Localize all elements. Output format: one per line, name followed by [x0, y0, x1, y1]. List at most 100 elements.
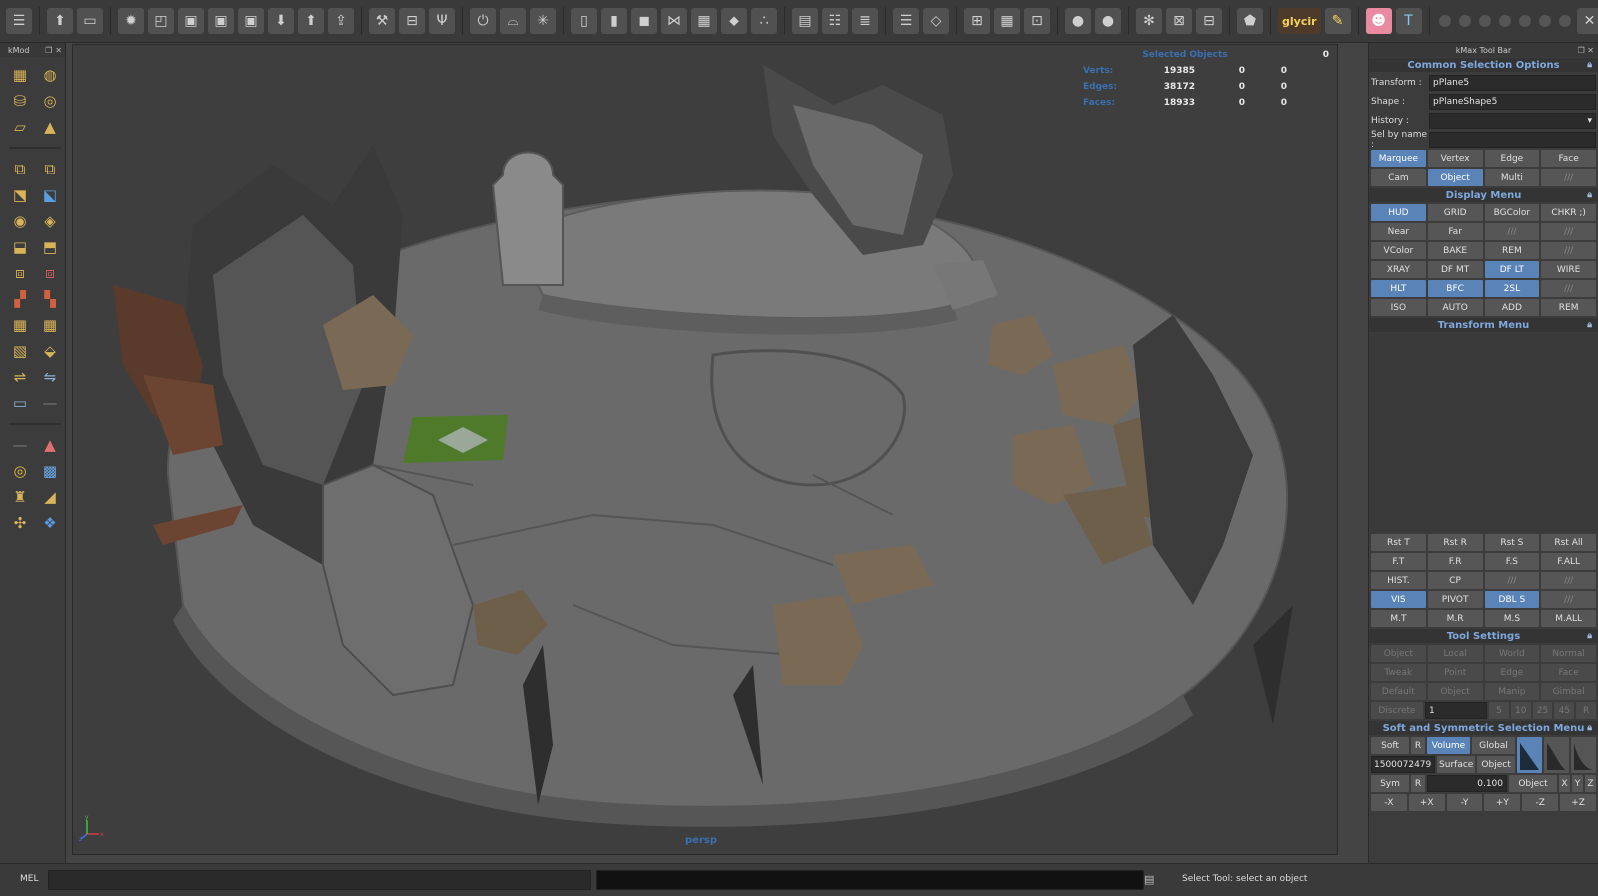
object-button[interactable]: Object	[1427, 169, 1483, 186]
rem-button[interactable]: REM	[1484, 242, 1540, 259]
uv-planar-icon[interactable]: ▦	[37, 313, 63, 337]
chkr-button[interactable]: CHKR ;)	[1541, 204, 1596, 221]
grid-icon[interactable]: ▦	[994, 8, 1020, 34]
2sl-button[interactable]: 2SL	[1484, 280, 1540, 297]
shelf-slot-icon[interactable]	[1558, 15, 1571, 27]
cam-button[interactable]: Cam	[1371, 169, 1426, 186]
marquee-button[interactable]: Marquee	[1371, 150, 1426, 167]
lock-icon[interactable]: 🔒︎	[1587, 631, 1592, 641]
m-s-button[interactable]: M.S	[1484, 610, 1540, 627]
uv-cut-icon[interactable]: ▧	[7, 339, 33, 363]
bfc-button[interactable]: BFC	[1427, 280, 1483, 297]
dbl-s-button[interactable]: DBL S	[1484, 591, 1540, 608]
hist-button[interactable]: HIST.	[1371, 572, 1426, 589]
separate-tool-icon[interactable]: ⬒	[37, 235, 63, 259]
glycir-logo[interactable]: glycir	[1278, 8, 1321, 34]
settings-icon[interactable]: ✻	[1136, 8, 1162, 34]
snap-10-button[interactable]: 10	[1510, 702, 1531, 719]
tablet-icon[interactable]: ▮	[601, 8, 627, 34]
uv-grid-icon[interactable]: ▦	[7, 313, 33, 337]
df-lt-button[interactable]: DF LT	[1484, 261, 1540, 278]
usb-icon[interactable]: Ψ	[429, 8, 455, 34]
save-as-icon[interactable]: ▣	[208, 8, 234, 34]
object-button[interactable]: Object	[1427, 683, 1483, 700]
combine-tool-icon[interactable]: ⬓	[7, 235, 33, 259]
pentagon-icon[interactable]: ⬟	[1237, 8, 1263, 34]
gimbal-button[interactable]: Gimbal	[1541, 683, 1596, 700]
empty-button[interactable]: ///	[1484, 572, 1540, 589]
display-layer-icon[interactable]: ▭	[7, 391, 33, 415]
f-r-button[interactable]: F.R	[1427, 553, 1483, 570]
df-mt-button[interactable]: DF MT	[1427, 261, 1483, 278]
f-t-button[interactable]: F.T	[1371, 553, 1426, 570]
object-button[interactable]: Object	[1477, 756, 1516, 773]
shelf-slot-icon[interactable]	[1518, 15, 1531, 27]
add-button[interactable]: ADD	[1484, 299, 1540, 316]
edge-button[interactable]: Edge	[1484, 150, 1540, 167]
upload-all-icon[interactable]: ⇪	[328, 8, 354, 34]
rst-t-button[interactable]: Rst T	[1371, 534, 1426, 551]
phone-icon[interactable]: ▯	[571, 8, 597, 34]
empty-button[interactable]: ///	[1484, 223, 1540, 240]
smooth-tool-icon[interactable]: ◉	[7, 209, 33, 233]
plane-primitive-icon[interactable]: ▱	[7, 115, 33, 139]
symmetry-tolerance-field[interactable]: 0.100	[1427, 775, 1507, 792]
dir-pos-y-button[interactable]: +Y	[1484, 794, 1521, 811]
snap-25-button[interactable]: 25	[1532, 702, 1553, 719]
symmetry-toggle[interactable]: Sym	[1371, 775, 1409, 792]
list-icon[interactable]: ☷	[822, 8, 848, 34]
chair-icon[interactable]: ♜	[7, 485, 33, 509]
mel-label[interactable]: MEL	[20, 874, 38, 884]
default-button[interactable]: Default	[1371, 683, 1426, 700]
save-copy-icon[interactable]: ▣	[238, 8, 264, 34]
shape-field[interactable]: pPlaneShape5	[1429, 93, 1596, 110]
dir-pos-z-button[interactable]: +Z	[1560, 794, 1596, 811]
edit-icon[interactable]: ⊟	[1196, 8, 1222, 34]
mirror-tool-icon[interactable]: ⧈	[7, 261, 33, 285]
torus-primitive-icon[interactable]: ◎	[37, 89, 63, 113]
hlt-button[interactable]: HLT	[1371, 280, 1426, 297]
local-button[interactable]: Local	[1427, 645, 1483, 662]
display-menu-header[interactable]: Display Menu 🔒︎	[1369, 188, 1598, 202]
lock-icon[interactable]: 🔒︎	[1587, 60, 1592, 70]
tag-icon[interactable]: ⬥	[721, 8, 747, 34]
bridge-icon[interactable]: ⧉	[37, 157, 63, 181]
rem-button[interactable]: REM	[1541, 299, 1596, 316]
mel-command-input[interactable]	[48, 870, 591, 890]
shelf-slot-icon[interactable]	[1478, 15, 1491, 27]
sel-by-name-field[interactable]	[1429, 131, 1596, 148]
grid-button[interactable]: GRID	[1427, 204, 1483, 221]
soft-select-toggle[interactable]: Soft	[1371, 737, 1409, 754]
dir-neg-x-button[interactable]: -X	[1371, 794, 1407, 811]
cylinder-primitive-icon[interactable]: ⛁	[7, 89, 33, 113]
falloff-curve-smooth-icon[interactable]	[1544, 737, 1569, 773]
symmetry-object-button[interactable]: Object	[1509, 775, 1557, 792]
manip-button[interactable]: Manip	[1484, 683, 1540, 700]
soft-reset-button[interactable]: R	[1411, 737, 1425, 754]
float-panel-icon[interactable]: ❐	[45, 46, 52, 55]
empty-button[interactable]: ///	[1541, 280, 1596, 297]
f-all-button[interactable]: F.ALL	[1541, 553, 1596, 570]
world-button[interactable]: World	[1484, 645, 1540, 662]
wire-button[interactable]: WIRE	[1541, 261, 1596, 278]
download-icon[interactable]: ⬇	[268, 8, 294, 34]
snap-5-button[interactable]: 5	[1489, 702, 1509, 719]
cp-button[interactable]: CP	[1427, 572, 1483, 589]
reduce-tool-icon[interactable]: ◈	[37, 209, 63, 233]
cube-icon[interactable]: ◼	[631, 8, 657, 34]
lattice-icon[interactable]: ▩	[37, 459, 63, 483]
share-icon[interactable]: ⋈	[661, 8, 687, 34]
face-button[interactable]: Face	[1541, 664, 1596, 681]
pivot-button[interactable]: PIVOT	[1427, 591, 1483, 608]
plane-icon[interactable]: ◇	[923, 8, 949, 34]
upload-icon[interactable]: ⬆	[298, 8, 324, 34]
uv-unfold-icon[interactable]: ▚	[37, 287, 63, 311]
transform-field[interactable]: pPlane5	[1429, 74, 1596, 91]
ruler-icon[interactable]: ⊟	[399, 8, 425, 34]
close-shelf-icon[interactable]: ✕	[1576, 8, 1598, 34]
ramp-icon[interactable]: ◢	[37, 485, 63, 509]
shelf-slot-icon[interactable]	[1498, 15, 1511, 27]
shelf-slot-icon[interactable]	[1438, 15, 1451, 27]
scene-render[interactable]	[73, 45, 1338, 855]
transform-menu-header[interactable]: Transform Menu 🔒︎	[1369, 318, 1598, 332]
